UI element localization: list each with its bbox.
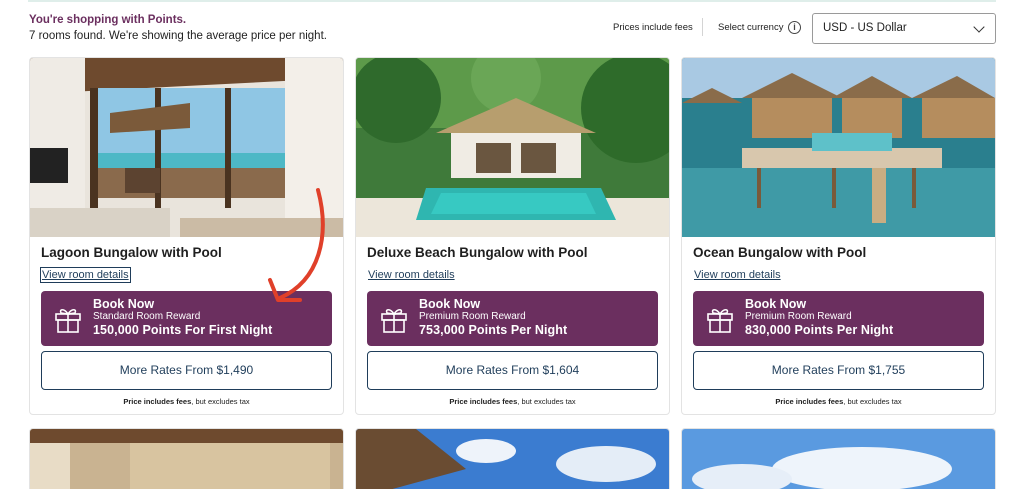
more-rates-button[interactable]: More Rates From $1,755 (693, 351, 984, 390)
reward-points: 150,000 Points For First Night (93, 323, 273, 337)
currency-value: USD - US Dollar (823, 22, 907, 34)
header-divider (702, 18, 703, 36)
price-note: Price includes fees, but excludes tax (356, 397, 669, 406)
reward-points: 830,000 Points Per Night (745, 323, 894, 337)
view-room-details-link[interactable]: View room details (693, 268, 782, 282)
price-note: Price includes fees, but excludes tax (30, 397, 343, 406)
room-card-row2-1[interactable] (29, 428, 344, 489)
price-note-tax: , but excludes tax (191, 397, 250, 406)
book-now-button[interactable]: Book Now Premium Room Reward 830,000 Poi… (693, 291, 984, 346)
room-title: Deluxe Beach Bungalow with Pool (367, 245, 588, 260)
gift-icon (55, 308, 81, 333)
price-note-fees: Price includes fees (449, 397, 518, 406)
room-card-ocean-bungalow: Ocean Bungalow with Pool View room detai… (681, 57, 996, 415)
room-title: Ocean Bungalow with Pool (693, 245, 867, 260)
price-note: Price includes fees, but excludes tax (682, 397, 995, 406)
book-now-label: Book Now (93, 297, 155, 311)
top-divider (28, 0, 996, 2)
price-note-fees: Price includes fees (123, 397, 192, 406)
more-rates-button[interactable]: More Rates From $1,604 (367, 351, 658, 390)
points-message: You're shopping with Points. (29, 14, 187, 26)
room-card-row2-3[interactable] (681, 428, 996, 489)
reward-type: Premium Room Reward (419, 311, 526, 322)
room-card-row2-2[interactable] (355, 428, 670, 489)
price-note-fees: Price includes fees (775, 397, 844, 406)
reward-type: Standard Room Reward (93, 311, 201, 322)
rooms-count-message: 7 rooms found. We're showing the average… (29, 30, 327, 42)
book-now-button[interactable]: Book Now Standard Room Reward 150,000 Po… (41, 291, 332, 346)
search-summary: You're shopping with Points. 7 rooms fou… (29, 13, 327, 44)
gift-icon (707, 308, 733, 333)
room-card-lagoon-bungalow: Lagoon Bungalow with Pool View room deta… (29, 57, 344, 415)
room-card-deluxe-beach-bungalow: Deluxe Beach Bungalow with Pool View roo… (355, 57, 670, 415)
fees-note: Prices include fees (613, 22, 693, 33)
room-photo-lagoon-bungalow[interactable] (30, 58, 343, 237)
reward-points: 753,000 Points Per Night (419, 323, 568, 337)
currency-label: Select currency (718, 22, 784, 33)
gift-icon (381, 308, 407, 333)
view-room-details-link[interactable]: View room details (40, 267, 131, 283)
room-photo-ocean-bungalow[interactable] (682, 58, 995, 237)
reward-type: Premium Room Reward (745, 311, 852, 322)
price-note-tax: , but excludes tax (843, 397, 902, 406)
book-now-label: Book Now (419, 297, 481, 311)
book-now-label: Book Now (745, 297, 807, 311)
price-note-tax: , but excludes tax (517, 397, 576, 406)
info-icon[interactable]: i (788, 21, 801, 34)
more-rates-button[interactable]: More Rates From $1,490 (41, 351, 332, 390)
room-title: Lagoon Bungalow with Pool (41, 245, 222, 260)
room-photo-deluxe-beach-bungalow[interactable] (356, 58, 669, 237)
chevron-down-icon (973, 21, 985, 33)
view-room-details-link[interactable]: View room details (367, 268, 456, 282)
book-now-button[interactable]: Book Now Premium Room Reward 753,000 Poi… (367, 291, 658, 346)
currency-select[interactable]: USD - US Dollar (812, 13, 996, 44)
